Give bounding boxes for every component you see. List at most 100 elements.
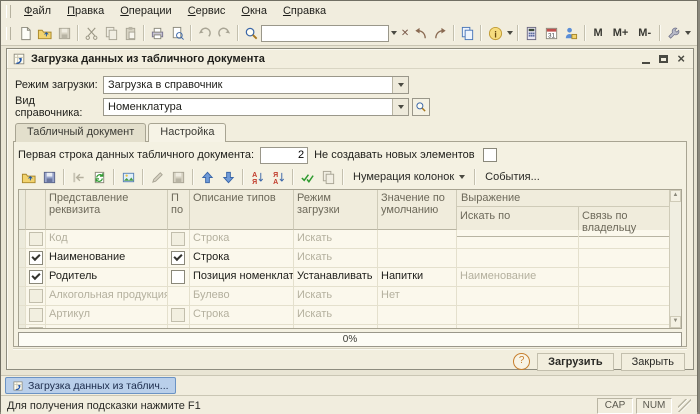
settings-dropdown-icon[interactable] — [683, 24, 693, 42]
close-button[interactable]: Закрыть — [620, 352, 685, 371]
catalog-lookup-button[interactable] — [412, 98, 430, 116]
use-flag-cell[interactable] — [26, 287, 46, 305]
search-dropdown-icon[interactable] — [389, 24, 399, 42]
search-flag-cell[interactable] — [168, 230, 190, 248]
menu-service[interactable]: Сервис — [180, 3, 234, 19]
copy-icon[interactable] — [101, 22, 120, 44]
header-search-flag[interactable]: П по — [168, 190, 190, 230]
type-cell[interactable]: Строка — [190, 249, 294, 267]
attribute-name-cell[interactable]: Вес (нетто) — [46, 325, 168, 328]
owner-link-cell[interactable] — [579, 325, 669, 328]
load-button[interactable]: Загрузить — [537, 352, 614, 371]
type-cell[interactable]: Позиция номенклатуры — [190, 268, 294, 286]
undo-icon[interactable] — [195, 22, 214, 44]
fill-icon[interactable] — [89, 167, 110, 188]
menu-windows[interactable]: Окна — [233, 3, 275, 19]
search-input[interactable] — [261, 24, 390, 42]
attribute-name-cell[interactable]: Артикул — [46, 306, 168, 324]
default-value-cell[interactable] — [378, 306, 457, 324]
menu-file[interactable]: Файл — [16, 3, 59, 19]
calendar-icon[interactable] — [542, 22, 561, 44]
header-default[interactable]: Значение по умолчанию — [378, 190, 457, 230]
table-row[interactable]: Родитель Позиция номенклатурыУстанавливат… — [19, 268, 669, 287]
move-up-icon[interactable] — [197, 167, 218, 188]
events-button[interactable]: События... — [479, 168, 546, 187]
edit-icon[interactable] — [147, 167, 168, 188]
load-mode-cell[interactable]: Искать — [294, 249, 378, 267]
toolbar-grip[interactable] — [6, 4, 11, 18]
find-icon[interactable] — [242, 22, 261, 44]
dialog-titlebar[interactable]: Загрузка данных из табличного документа … — [7, 49, 693, 69]
default-value-cell[interactable]: Нет — [378, 287, 457, 305]
tab-settings[interactable]: Настройка — [148, 123, 227, 142]
default-value-cell[interactable] — [378, 230, 457, 248]
open-icon[interactable] — [35, 22, 54, 44]
row-checkbox[interactable] — [29, 327, 43, 328]
header-load-mode[interactable]: Режим загрузки — [294, 190, 378, 230]
search-flag-cell[interactable] — [168, 249, 190, 267]
vertical-scrollbar[interactable]: ▲ ▼ — [669, 190, 681, 328]
scroll-down-icon[interactable]: ▼ — [670, 316, 681, 328]
row-checkbox[interactable] — [29, 289, 43, 303]
search-by-cell[interactable] — [457, 287, 579, 305]
new-document-icon[interactable] — [16, 22, 35, 44]
row-checkbox[interactable] — [29, 251, 43, 265]
resize-grip[interactable] — [678, 399, 691, 412]
settings-wrench-icon[interactable] — [664, 22, 683, 44]
load-mode-cell[interactable]: Искать — [294, 306, 378, 324]
sort-desc-icon[interactable] — [268, 167, 289, 188]
user-permissions-icon[interactable] — [561, 22, 580, 44]
row-checkbox[interactable] — [171, 270, 185, 284]
header-expression[interactable]: Выражение — [457, 190, 669, 207]
search-by-cell[interactable]: Наименование — [457, 268, 579, 286]
search-flag-cell[interactable] — [168, 306, 190, 324]
row-checkbox[interactable] — [171, 232, 185, 246]
info-icon[interactable] — [485, 22, 504, 44]
calculator-icon[interactable] — [522, 22, 541, 44]
memory-m-button[interactable]: M — [589, 24, 608, 42]
search-flag-cell[interactable] — [168, 287, 190, 305]
row-checkbox[interactable] — [171, 308, 185, 322]
search-by-cell[interactable] — [457, 249, 579, 267]
type-cell[interactable]: Строка — [190, 230, 294, 248]
cut-icon[interactable] — [82, 22, 101, 44]
check-all-icon[interactable] — [297, 167, 318, 188]
menu-operations[interactable]: Операции — [112, 3, 179, 19]
use-flag-cell[interactable] — [26, 306, 46, 324]
attribute-name-cell[interactable]: Код — [46, 230, 168, 248]
type-cell[interactable]: Число — [190, 325, 294, 328]
load-mode-cell[interactable]: Устанавливать — [294, 268, 378, 286]
default-value-cell[interactable]: Напитки — [378, 268, 457, 286]
info-dropdown-icon[interactable] — [505, 24, 515, 42]
attribute-name-cell[interactable]: Алкогольная продукция — [46, 287, 168, 305]
use-flag-cell[interactable] — [26, 249, 46, 267]
header-use[interactable] — [26, 190, 46, 230]
search-by-cell[interactable] — [457, 230, 579, 248]
use-flag-cell[interactable] — [26, 268, 46, 286]
attribute-name-cell[interactable]: Наименование — [46, 249, 168, 267]
search-clear-icon[interactable]: ✕ — [399, 24, 411, 42]
header-attribute[interactable]: Представление реквизита — [46, 190, 168, 230]
maximize-icon[interactable] — [659, 54, 669, 63]
load-mode-cell[interactable]: Искать — [294, 230, 378, 248]
sort-asc-icon[interactable] — [247, 167, 268, 188]
type-cell[interactable]: Булево — [190, 287, 294, 305]
no-new-elements-checkbox[interactable] — [482, 148, 497, 162]
column-numbering-button[interactable]: Нумерация колонок — [347, 168, 471, 187]
scroll-up-icon[interactable]: ▲ — [670, 190, 681, 202]
memory-m-minus-button[interactable]: M- — [633, 24, 656, 42]
default-value-cell[interactable] — [378, 249, 457, 267]
search-flag-cell[interactable] — [168, 325, 190, 328]
menu-edit[interactable]: Правка — [59, 3, 112, 19]
tab-tabular-document[interactable]: Табличный документ — [15, 123, 147, 142]
load-mode-cell[interactable]: Искать — [294, 287, 378, 305]
print-icon[interactable] — [148, 22, 167, 44]
load-mode-combobox[interactable]: Загрузка в справочник — [103, 76, 409, 94]
table-row[interactable]: Наименование Строка Искать — [19, 249, 669, 268]
search-by-cell[interactable] — [457, 306, 579, 324]
owner-link-cell[interactable] — [579, 230, 669, 248]
owner-link-cell[interactable] — [579, 306, 669, 324]
row-checkbox[interactable] — [171, 251, 185, 265]
taskbar-item-load-data[interactable]: Загрузка данных из таблич... — [5, 377, 176, 394]
chevron-down-icon[interactable] — [392, 99, 408, 115]
